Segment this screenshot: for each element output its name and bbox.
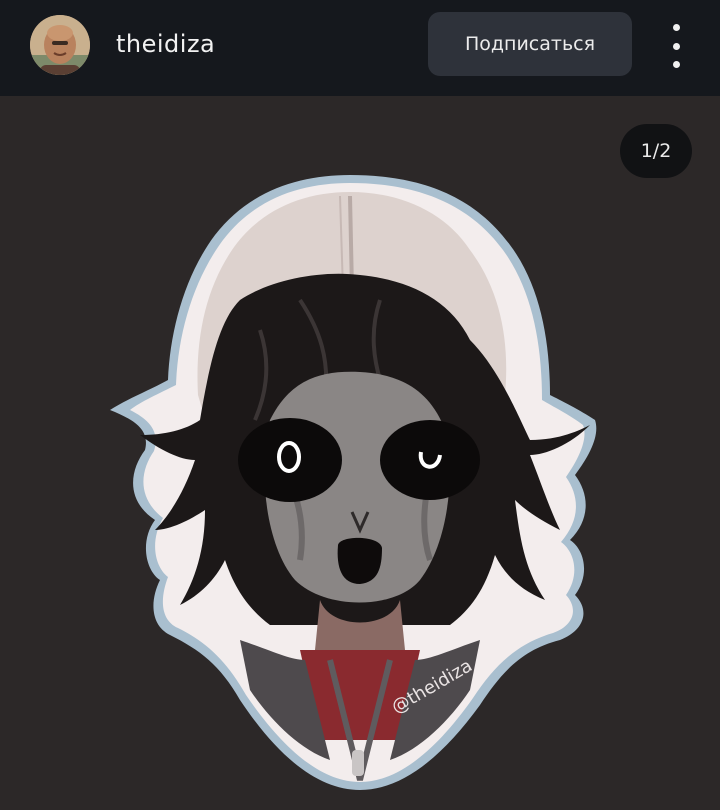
more-options-icon[interactable] [662,24,690,68]
dot [672,42,680,50]
dot [672,24,680,31]
username[interactable]: theidiza [116,30,215,58]
subscribe-button[interactable]: Подписаться [428,12,632,76]
post-illustration [110,175,597,790]
avatar-photo-icon [30,15,90,75]
user-avatar[interactable] [30,15,90,75]
dot [672,61,680,68]
post-header: theidiza Подписаться [0,0,720,96]
page-counter-badge: 1/2 [620,124,692,178]
